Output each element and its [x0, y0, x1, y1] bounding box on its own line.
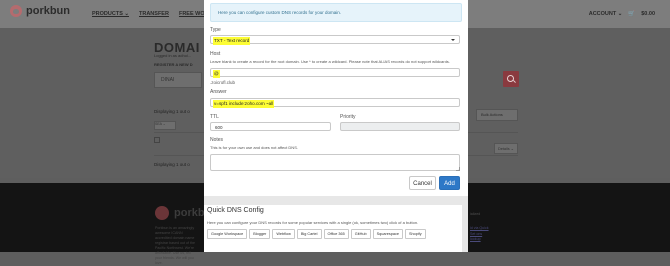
logged-in-text: Logged in as adhol... — [154, 53, 192, 58]
info-alert: Here you can configure custom DNS record… — [210, 3, 462, 22]
quick-dns-description: Here you can configure your DNS records … — [207, 220, 419, 225]
priority-label: Priority — [340, 114, 356, 120]
bulk-actions-label: Bulk Actions — [481, 112, 503, 117]
quick-dns-github-button[interactable]: GitHub — [350, 229, 371, 239]
notes-help-text: This is for your own use and does not af… — [210, 145, 298, 150]
quick-dns-webflow-button[interactable]: Webflow — [272, 229, 295, 239]
footer-link[interactable]: ld via Quick — [470, 226, 489, 232]
quick-dns-office-365-button[interactable]: Office 365 — [323, 229, 349, 239]
footer-description: Porkbun is an amazingly awesome ICANN ac… — [155, 226, 195, 265]
cart-total[interactable]: $0.00 — [641, 11, 655, 17]
nav-products[interactable]: PRODUCTS ⌄ — [92, 11, 129, 17]
register-new-heading: REGISTER A NEW D — [154, 62, 193, 67]
quick-dns-squarespace-button[interactable]: Squarespace — [372, 229, 403, 239]
host-label: Host — [210, 51, 221, 57]
logo-text: porkbun — [26, 5, 70, 17]
site-logo[interactable]: porkbun — [10, 5, 70, 17]
quick-dns-blogger-button[interactable]: Blogger — [249, 229, 271, 239]
ttl-input[interactable]: 600 — [210, 122, 331, 131]
host-input[interactable]: @ — [210, 68, 460, 78]
dns-record-modal: Here you can configure custom DNS record… — [204, 0, 468, 252]
cancel-button[interactable]: Cancel — [409, 176, 436, 190]
select-all-checkbox[interactable] — [154, 137, 160, 143]
domain-search-input[interactable]: DINAI — [154, 72, 202, 88]
nav-transfer[interactable]: TRANSFER — [139, 11, 169, 17]
details-label: Details ⌄ — [498, 147, 514, 151]
search-button[interactable] — [503, 71, 519, 87]
displaying-count-top: Displaying 1 out o — [154, 109, 190, 114]
type-select-value: TXT - Text record — [213, 37, 251, 45]
resize-handle-icon[interactable] — [456, 167, 460, 171]
host-domain-suffix: .zoicrofl.club — [210, 80, 236, 85]
notes-label: Notes — [210, 137, 224, 143]
account-area: ACCOUNT ⌄ 🛒 $0.00 — [589, 11, 655, 17]
ttl-label: TTL — [210, 114, 219, 120]
notes-textarea[interactable] — [210, 154, 460, 171]
domain-search-value: DINAI — [161, 77, 175, 83]
pig-logo-icon — [10, 5, 22, 17]
answer-input-value: v=spf1 include:zoho.com ~all — [213, 100, 275, 108]
priority-input — [340, 122, 460, 131]
quick-dns-google-workspace-button[interactable]: Google Workspace — [207, 229, 248, 239]
search-filter-select[interactable]: SEA ⌄ — [154, 121, 176, 130]
answer-input[interactable]: v=spf1 include:zoho.com ~all — [210, 98, 460, 108]
details-dropdown[interactable]: Details ⌄ — [494, 143, 518, 154]
quick-dns-title: Quick DNS Config — [207, 207, 264, 214]
search-filter-label: SEA ⌄ — [155, 122, 166, 126]
footer-links: ld via Quick Set ons lookup — [470, 226, 489, 243]
host-input-value: @ — [213, 70, 220, 78]
account-menu[interactable]: ACCOUNT ⌄ — [589, 11, 623, 17]
add-button[interactable]: Add — [439, 176, 460, 190]
chevron-down-icon — [451, 39, 455, 41]
answer-label: Answer — [210, 89, 227, 95]
displaying-count-bottom: Displaying 1 out o — [154, 162, 190, 167]
type-select[interactable]: TXT - Text record — [210, 35, 460, 45]
type-label: Type — [210, 27, 221, 33]
footer-right-heading: ialized — [470, 212, 481, 216]
bulk-actions-select[interactable]: Bulk Actions — [476, 109, 518, 121]
info-alert-text: Here you can configure custom DNS record… — [218, 10, 342, 15]
quick-dns-shopify-button[interactable]: Shopify — [404, 229, 426, 239]
quick-dns-panel: Quick DNS Config Here you can configure … — [204, 205, 462, 252]
ttl-input-value: 600 — [215, 125, 223, 130]
footer-link[interactable]: lookup — [470, 237, 489, 243]
nav-free[interactable]: FREE WO — [179, 11, 205, 17]
cart-icon[interactable]: 🛒 — [628, 11, 635, 17]
quick-dns-big-cartel-button[interactable]: Big Cartel — [296, 229, 322, 239]
host-help-text: Leave blank to create a record for the r… — [210, 59, 450, 64]
main-nav: PRODUCTS ⌄ TRANSFER FREE WO — [92, 11, 205, 17]
quick-dns-buttons: Google Workspace Blogger Webflow Big Car… — [207, 229, 426, 239]
footer-pig-icon — [155, 206, 169, 220]
